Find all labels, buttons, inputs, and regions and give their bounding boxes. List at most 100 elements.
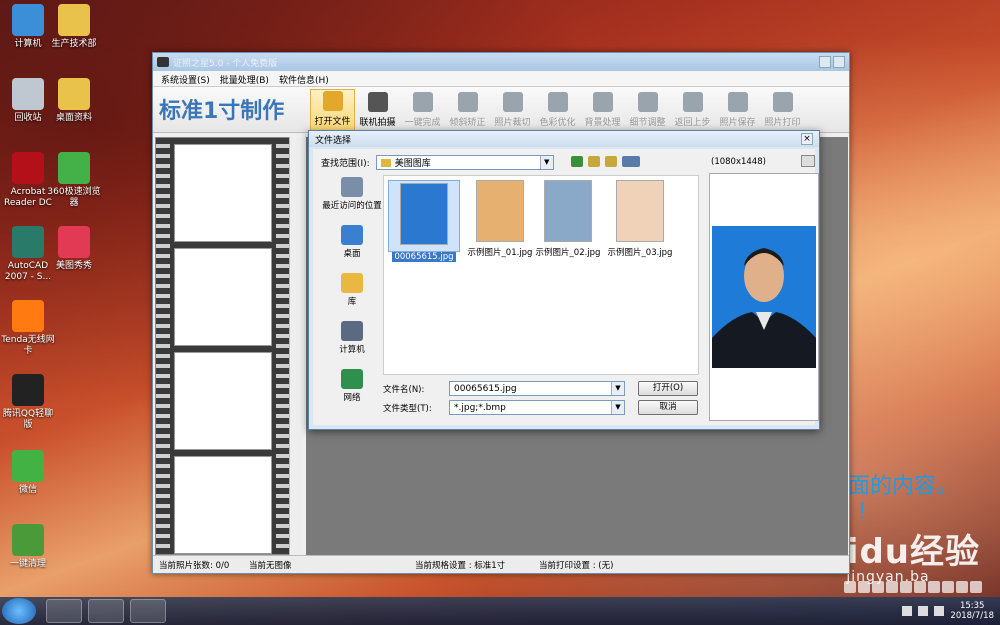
dialog-title-bar[interactable]: 文件选择 ×	[309, 131, 819, 147]
preview-photo	[712, 226, 816, 368]
tool-button[interactable]: 联机拍摄	[355, 89, 400, 131]
place-item[interactable]: 库	[321, 273, 383, 307]
tool-button[interactable]: 返回上步	[670, 89, 715, 131]
app-icon	[12, 78, 44, 110]
overlay-text-1: 面的内容。	[848, 474, 959, 499]
clock[interactable]: 15:35 2018/7/18	[950, 601, 994, 621]
tool-button[interactable]: 照片打印	[760, 89, 805, 131]
file-item[interactable]: 示例图片_01.jpg	[464, 180, 536, 258]
close-window-button[interactable]	[833, 56, 845, 68]
volume-icon[interactable]	[934, 606, 945, 616]
cancel-button[interactable]: 取消	[638, 400, 698, 415]
file-thumbnail	[544, 180, 592, 242]
taskbar-autocad[interactable]	[88, 599, 124, 623]
tool-button[interactable]: 照片裁切	[490, 89, 535, 131]
file-dialog: 文件选择 × 查找范围(I): 美图图库 ▼ (1080x1448) 最近访问的…	[308, 130, 820, 430]
menu-system-settings[interactable]: 系统设置(S)	[161, 73, 210, 86]
app-icon	[12, 524, 44, 556]
file-item[interactable]: 示例图片_02.jpg	[532, 180, 604, 258]
view-menu-icon[interactable]	[622, 156, 640, 167]
desktop-icon[interactable]: 美图秀秀	[46, 226, 102, 272]
film-frame[interactable]	[174, 456, 272, 554]
tool-icon	[682, 92, 703, 112]
place-item[interactable]: 网络	[321, 369, 383, 403]
place-icon	[341, 273, 363, 293]
chevron-down-icon: ▼	[539, 156, 553, 169]
taskbar-explorer[interactable]	[46, 599, 82, 623]
tool-icon	[322, 91, 343, 111]
app-icon	[12, 300, 44, 332]
dialog-close-icon[interactable]: ×	[801, 133, 813, 145]
toolbar: 标准1寸制作 打开文件 联机拍摄 一键完成 倾斜矫正 照片裁切 色彩优化 背景处理 细节调整返…	[153, 87, 849, 133]
app-icon	[12, 374, 44, 406]
brand-title: 标准1寸制作	[159, 99, 285, 124]
dialog-nav-icons	[571, 156, 640, 167]
back-icon[interactable]	[571, 156, 583, 167]
tool-button[interactable]: 背景处理	[580, 89, 625, 131]
taskbar-photo-app[interactable]	[130, 599, 166, 623]
desktop-icon[interactable]: 腾讯QQ轻聊版	[0, 374, 56, 431]
film-frame[interactable]	[174, 352, 272, 450]
network-icon[interactable]	[918, 606, 929, 616]
film-frame[interactable]	[174, 144, 272, 242]
title-bar[interactable]: 证照之星5.0 - 个人免费版	[153, 53, 849, 71]
filename-input[interactable]: 00065615.jpg ▼	[449, 381, 625, 396]
filetype-select[interactable]: *.jpg;*.bmp ▼	[449, 400, 625, 415]
tool-icon	[637, 92, 658, 112]
file-thumbnail	[476, 180, 524, 242]
new-folder-icon[interactable]	[605, 156, 617, 167]
tool-button[interactable]: 倾斜矫正	[445, 89, 490, 131]
taskbar: 15:35 2018/7/18	[0, 597, 1000, 625]
preview-toggle-icon[interactable]	[801, 155, 815, 167]
menu-software-info[interactable]: 软件信息(H)	[279, 73, 329, 86]
minimize-button[interactable]	[819, 56, 831, 68]
filmstrip-panel	[155, 137, 303, 555]
film-frame[interactable]	[174, 248, 272, 346]
tool-button[interactable]: 打开文件	[310, 89, 355, 131]
dialog-body: 查找范围(I): 美图图库 ▼ (1080x1448) 最近访问的位置 桌面库计算…	[313, 149, 819, 425]
app-icon	[58, 226, 90, 258]
start-button[interactable]	[2, 598, 36, 624]
desktop-icon[interactable]: 微信	[0, 450, 56, 496]
tool-icon	[727, 92, 748, 112]
up-folder-icon[interactable]	[588, 156, 600, 167]
tray-overflow-icons	[844, 581, 994, 593]
tool-icon	[592, 92, 613, 112]
desktop-icon[interactable]: 一键清理	[0, 524, 56, 570]
tool-button[interactable]: 一键完成	[400, 89, 445, 131]
place-icon	[341, 225, 363, 245]
chevron-down-icon: ▼	[611, 382, 624, 395]
chevron-down-icon: ▼	[611, 401, 624, 414]
desktop-icon[interactable]: Tenda无线网卡	[0, 300, 56, 357]
tool-icon	[547, 92, 568, 112]
filmstrip-scrollbar[interactable]	[289, 137, 303, 555]
tool-button[interactable]: 色彩优化	[535, 89, 580, 131]
place-icon	[341, 321, 363, 341]
system-tray: 15:35 2018/7/18	[902, 601, 1000, 621]
tool-button[interactable]: 细节调整	[625, 89, 670, 131]
app-icon	[58, 152, 90, 184]
desktop-icon[interactable]: 360极速浏览器	[46, 152, 102, 209]
menu-batch[interactable]: 批量处理(B)	[220, 73, 269, 86]
app-icon	[58, 4, 90, 36]
tool-button[interactable]: 照片保存	[715, 89, 760, 131]
desktop-icon[interactable]: 桌面资料	[46, 78, 102, 124]
desktop-icon[interactable]: 生产技术部	[46, 4, 102, 50]
place-item[interactable]: 计算机	[321, 321, 383, 355]
tool-icon	[367, 92, 388, 112]
file-item[interactable]: 00065615.jpg	[388, 180, 460, 262]
camera-icon	[157, 57, 169, 67]
app-icon	[12, 4, 44, 36]
status-spec: 当前规格设置 : 标准1寸	[415, 560, 506, 571]
flag-icon[interactable]	[902, 606, 913, 616]
app-icon	[12, 152, 44, 184]
file-item[interactable]: 示例图片_03.jpg	[604, 180, 676, 258]
open-button[interactable]: 打开(O)	[638, 381, 698, 396]
place-item[interactable]: 桌面	[321, 225, 383, 259]
dialog-title: 文件选择	[315, 135, 352, 146]
overlay-text-2: !	[858, 500, 867, 525]
tool-icon	[772, 92, 793, 112]
folder-icon	[380, 158, 391, 167]
place-item[interactable]: 最近访问的位置	[321, 177, 383, 211]
look-in-select[interactable]: 美图图库 ▼	[375, 155, 554, 170]
